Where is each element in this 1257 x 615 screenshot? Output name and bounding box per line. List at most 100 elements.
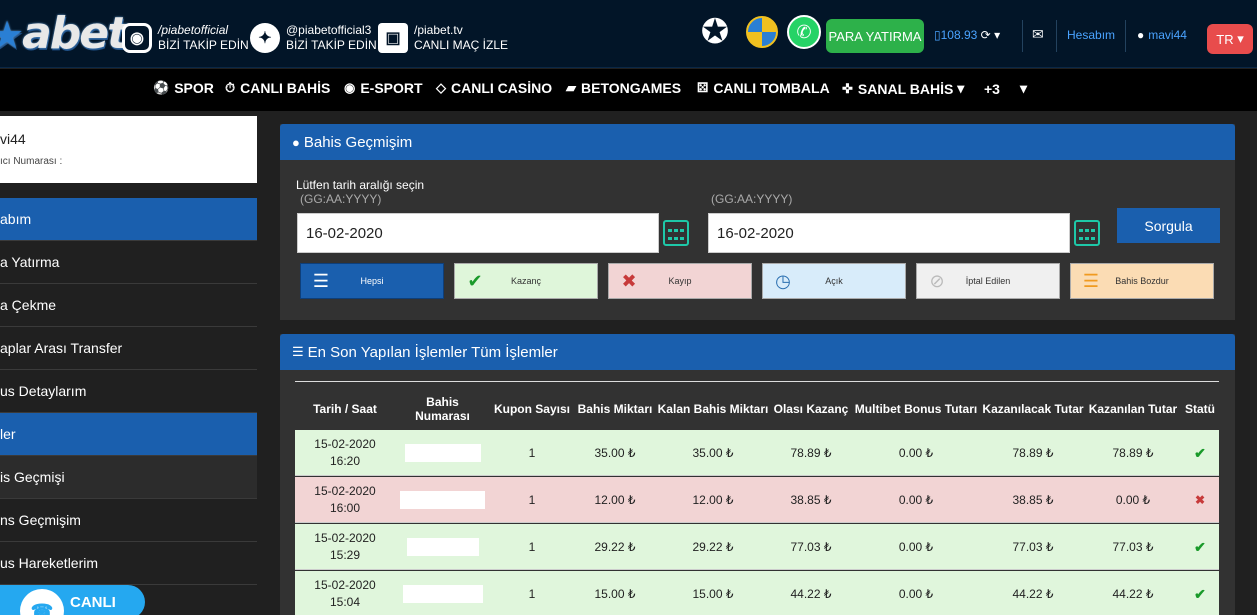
cell-date: 15-02-2020 15:29 [295, 524, 395, 570]
tv-handle: /piabet.tv [414, 23, 463, 37]
column-header-date: Tarih / Saat [313, 402, 377, 416]
user-link[interactable]: ● mavi44 [1137, 28, 1187, 42]
cell-bet-amount: 15.00 ₺ [594, 586, 636, 601]
tv-icon: ▣ [378, 23, 408, 53]
cell-bet-number [400, 477, 485, 523]
table-row[interactable]: 15-02-2020 15:29 1 29.22 ₺ 29.22 ₺ 77.03 … [295, 524, 1219, 570]
nav-item-sanal-bahis[interactable]: ✜ SANAL BAHİS ▾ [842, 80, 964, 97]
main-nav: ⚽ SPOR ⏱ CANLI BAHİS ◉ E-SPORT ◇ CANLI CASİN… [0, 69, 1257, 111]
chevron-down-icon: ▾ [994, 28, 1001, 42]
table-row[interactable]: 15-02-2020 16:00 1 12.00 ₺ 12.00 ₺ 38.85 … [295, 477, 1219, 523]
cell-bet-amount: 35.00 ₺ [594, 445, 636, 460]
sidebar-item-bonus-history[interactable]: ns Geçmişim [0, 499, 257, 542]
table-row[interactable]: 15-02-2020 15:04 1 15.00 ₺ 15.00 ₺ 44.22 … [295, 571, 1219, 615]
clock-icon: ◷ [775, 271, 791, 291]
gamepad-icon: ✜ [842, 80, 853, 96]
account-link[interactable]: Hesabım [1067, 28, 1115, 42]
twitter-link[interactable]: ✦ @piabetofficial3 BİZİ TAKİP EDİN [250, 18, 377, 58]
sidebar-username: vi44 [0, 131, 26, 147]
nav-item-e-sport[interactable]: ◉ E-SPORT [344, 80, 423, 96]
star-badge-icon[interactable]: ✪ [697, 13, 733, 51]
nav-label: SPOR [174, 80, 214, 96]
calendar-icon[interactable] [1074, 220, 1100, 246]
soccer-ball-icon: ⚽ [153, 80, 170, 95]
calendar-icon[interactable] [663, 220, 689, 246]
check-icon: ✔ [1194, 585, 1206, 602]
tv-link[interactable]: ▣ /piabet.tv CANLI MAÇ İZLE [378, 18, 508, 58]
cell-bet-amount: 29.22 ₺ [594, 539, 636, 554]
instagram-icon: ◉ [122, 23, 152, 53]
nav-label: BETONGAMES [581, 80, 682, 96]
nav-item-canli-bahis[interactable]: ⏱ CANLI BAHİS [225, 80, 330, 96]
sidebar-item-bonus-details[interactable]: us Detaylarım [0, 370, 257, 413]
sidebar-item-transactions[interactable]: ler [0, 413, 257, 456]
check-icon: ✔ [1194, 444, 1206, 461]
cell-coupon-count: 1 [528, 539, 536, 554]
date-format-hint: (GG:AA:YYYY) [300, 192, 382, 206]
time-text: 15:29 [329, 548, 360, 562]
filter-won-button[interactable]: ✔ Kazanç [454, 263, 598, 299]
cell-possible-win: 77.03 ₺ [790, 539, 832, 554]
currency-icon: ▯ [934, 28, 941, 42]
sidebar-item-withdraw[interactable]: a Çekme [0, 284, 257, 327]
cell-date: 15-02-2020 16:20 [295, 430, 395, 476]
sidebar-item-bonus-movements[interactable]: us Hareketlerim [0, 542, 257, 585]
sidebar-item-bet-history[interactable]: is Geçmişi [0, 456, 257, 499]
list-icon: ☰ [292, 344, 304, 359]
whatsapp-icon[interactable]: ✆ [786, 14, 822, 50]
nav-item-betongames[interactable]: ▰ BETONGAMES [566, 80, 681, 96]
table-row[interactable]: 15-02-2020 16:20 1 35.00 ₺ 35.00 ₺ 78.89 … [295, 430, 1219, 476]
nav-item-canli-casino[interactable]: ◇ CANLI CASİNO [436, 80, 552, 96]
language-label: TR [1216, 31, 1234, 47]
sidebar-item-transfer[interactable]: aplar Arası Transfer [0, 327, 257, 370]
user-circle-icon: ● [292, 134, 300, 150]
sidebar-item-deposit[interactable]: a Yatırma [0, 241, 257, 284]
live-support-badge[interactable]: ☎ CANLI [0, 585, 145, 615]
nav-label: +3 [984, 80, 1000, 97]
cell-bet-amount: 12.00 ₺ [594, 492, 636, 507]
check-icon: ✔ [1194, 538, 1206, 555]
nav-item-canli-tombala[interactable]: ⚄ CANLI TOMBALA [697, 80, 830, 96]
filter-all-button[interactable]: ☰ Hepsi [300, 263, 444, 299]
nav-item-more[interactable]: +3 ▾ [984, 80, 1027, 97]
column-header-amount-to-win: Kazanılacak Tutar [982, 402, 1084, 416]
chevron-down-icon: ▾ [1019, 80, 1027, 96]
filter-lost-button[interactable]: ✖ Kayıp [608, 263, 752, 299]
filter-open-button[interactable]: ◷ Açık [762, 263, 906, 299]
cell-bet-number [400, 524, 485, 570]
coins-icon: ☰ [1082, 271, 1100, 291]
date-text: 15-02-2020 [314, 484, 376, 498]
query-button[interactable]: Sorgula [1117, 208, 1220, 243]
sidebar-item-account[interactable]: abım [0, 198, 257, 241]
site-logo[interactable]: ★abet [0, 8, 128, 59]
cell-multibet-bonus: 0.00 ₺ [898, 492, 934, 507]
bet-history-panel: ● Bahis Geçmişim Lütfen tarih aralığı seç… [280, 124, 1235, 320]
nav-item-spor[interactable]: ⚽ SPOR [153, 80, 214, 96]
language-selector[interactable]: TR ▾ [1207, 24, 1253, 54]
user-icon: ● [1137, 28, 1145, 42]
chevron-down-icon: ▾ [957, 80, 965, 96]
cell-remaining-amount: 15.00 ₺ [692, 586, 734, 601]
instagram-link[interactable]: ◉ /piabetofficial BİZİ TAKİP EDİN [122, 18, 249, 58]
cell-possible-win: 78.89 ₺ [790, 445, 832, 460]
mail-icon[interactable]: ✉ [1032, 26, 1044, 43]
twitter-caption: BİZİ TAKİP EDİN [286, 38, 377, 52]
cell-bet-number [400, 571, 485, 615]
sidebar-menu: abım a Yatırma a Çekme aplar Arası Trans… [0, 198, 257, 585]
end-date-input[interactable] [708, 213, 1070, 253]
user-card: vi44 ıcı Numarası : [0, 116, 257, 183]
column-header-coupon-count: Kupon Sayısı [493, 402, 570, 416]
filter-cashout-button[interactable]: ☰ Bahis Bozdur [1070, 263, 1214, 299]
balance-dropdown[interactable]: ▯108.93 ⟳ ▾ [934, 28, 1000, 42]
ban-icon: ⊘ [929, 271, 945, 291]
twitter-icon: ✦ [250, 23, 280, 53]
filter-cancelled-button[interactable]: ⊘ İptal Edilen [916, 263, 1060, 299]
refresh-icon[interactable]: ⟳ [981, 28, 991, 42]
cell-bet-number [400, 430, 485, 476]
header-divider [1056, 20, 1057, 52]
start-date-input[interactable] [297, 213, 659, 253]
time-text: 16:00 [329, 501, 360, 515]
fortune-wheel-icon[interactable] [744, 14, 780, 50]
deposit-button[interactable]: PARA YATIRMA [826, 19, 924, 53]
panel-header: ☰ En Son Yapılan İşlemler Tüm İşlemler [280, 334, 1235, 370]
